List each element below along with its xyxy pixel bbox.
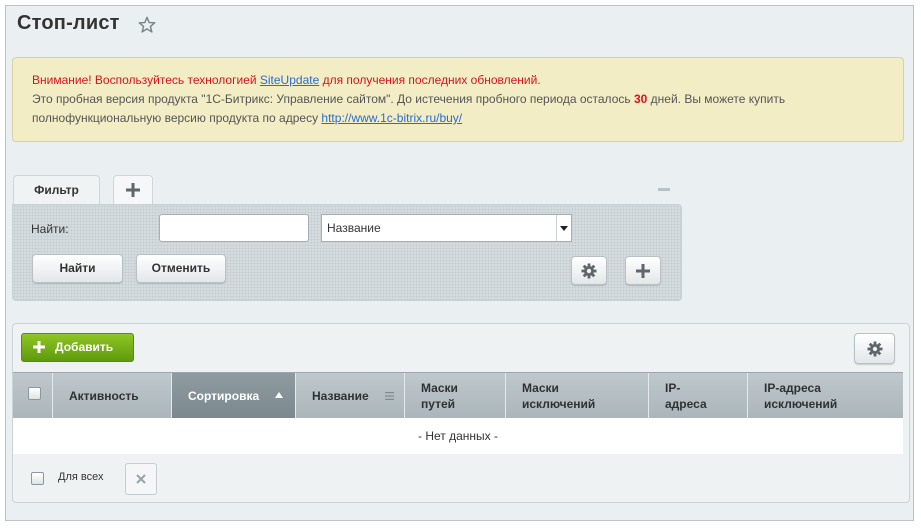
column-header-ip-exclusions[interactable]: IP-адреса исключений [748,373,903,419]
notice-line-2: Это пробная версия продукта "1С-Битрикс:… [32,90,903,109]
notice-trial-suffix: дней. Вы можете купить [647,92,786,106]
select-all-checkbox[interactable] [28,387,41,400]
sort-asc-icon [275,392,283,398]
filter-panel: Найти: Название Найти Отменить [12,204,682,301]
delete-button[interactable] [125,463,157,495]
column-label: IP- адреса [665,381,707,411]
column-label: Сортировка [188,389,260,403]
for-all-checkbox[interactable] [31,472,44,485]
trial-days-count: 30 [633,92,648,106]
trial-notice: Внимание! Воспользуйтесь технологией Sit… [12,57,904,142]
column-label: IP-адреса исключений [764,381,838,411]
table-header: Активность Сортировка Название Маски пут… [13,372,903,419]
add-button[interactable]: Добавить [21,333,134,362]
plus-icon [126,183,140,197]
notice-buy-text: полнофункциональную версию продукта по а… [32,111,322,125]
column-header-exclusion-masks[interactable]: Маски исключений [506,373,649,419]
column-label: Название [312,389,369,403]
for-all-label: Для всех [58,471,104,483]
admin-page: Стоп-лист Внимание! Воспользуйтесь техно… [5,5,914,521]
column-menu-icon[interactable] [385,392,394,400]
star-icon[interactable] [138,16,156,34]
column-label: Маски путей [421,381,458,411]
find-button[interactable]: Найти [32,254,123,283]
filter-settings-button[interactable] [571,256,607,285]
add-filter-field-button[interactable] [625,256,661,285]
column-label: Активность [69,389,139,403]
page-title: Стоп-лист [17,12,120,34]
gear-icon [867,341,882,356]
find-input[interactable] [159,214,309,242]
column-header-path-masks[interactable]: Маски путей [405,373,506,419]
find-field-selected: Название [327,221,381,235]
buy-link[interactable]: http://www.1c-bitrix.ru/buy/ [321,111,462,125]
collapse-filter-icon[interactable] [658,188,670,191]
header-select-all [13,373,53,419]
tab-filter[interactable]: Фильтр [13,175,100,205]
plus-icon [33,341,45,353]
cancel-button[interactable]: Отменить [136,254,226,283]
close-icon [136,474,146,484]
siteupdate-link[interactable]: SiteUpdate [260,73,319,87]
add-button-label: Добавить [55,340,114,354]
notice-line-1: Внимание! Воспользуйтесь технологией Sit… [32,71,903,90]
column-label: Маски исключений [522,381,596,411]
find-label: Найти: [31,222,69,236]
notice-warning-suffix: для получения последних обновлений. [319,73,541,87]
column-header-name[interactable]: Название [296,373,405,419]
column-header-activity[interactable]: Активность [53,373,172,419]
stoplist-grid: Добавить Активность Сортировка Название … [12,323,910,503]
empty-data-row: - Нет данных - [13,418,903,454]
chevron-down-icon [556,215,571,241]
find-field-select[interactable]: Название [321,214,572,242]
plus-icon [636,263,650,278]
grid-settings-button[interactable] [854,333,895,364]
column-header-sort[interactable]: Сортировка [172,373,296,419]
gear-icon [581,263,597,278]
notice-warning-text: Внимание! Воспользуйтесь технологией [32,73,260,87]
notice-line-3: полнофункциональную версию продукта по а… [32,109,903,128]
column-header-ip-addresses[interactable]: IP- адреса [649,373,748,419]
add-filter-tab-button[interactable] [113,175,153,204]
notice-trial-text: Это пробная версия продукта "1С-Битрикс:… [32,92,634,106]
